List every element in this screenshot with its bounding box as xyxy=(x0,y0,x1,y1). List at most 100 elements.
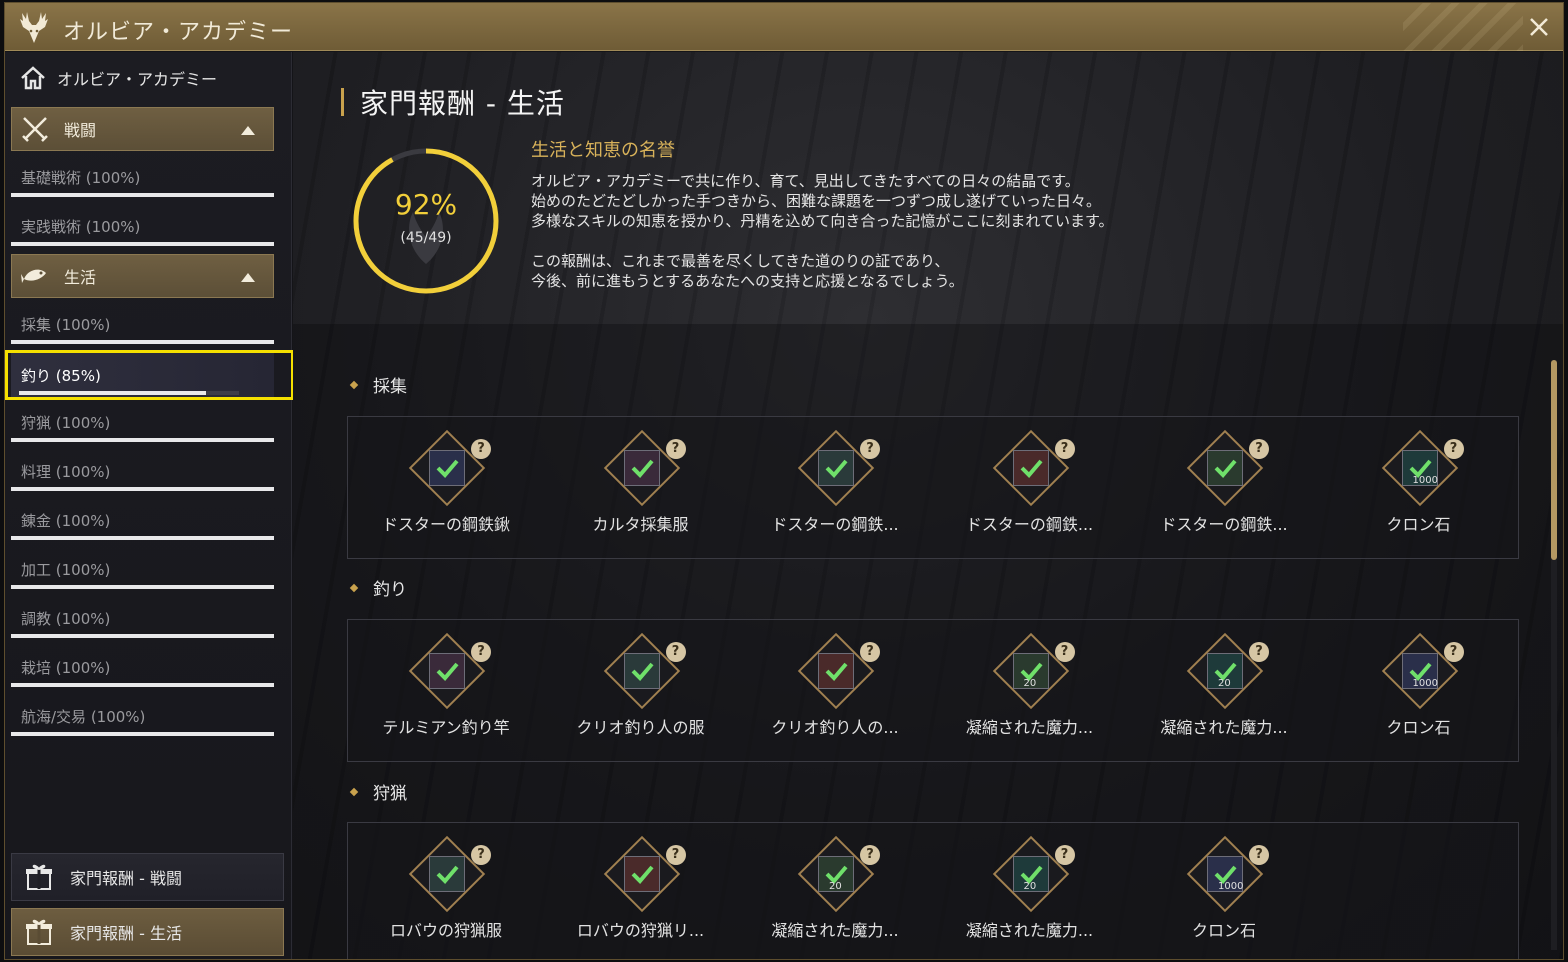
question-mark-icon[interactable]: ? xyxy=(471,642,491,662)
main-content: 家門報酬 - 生活 92% (45/49) 生活と知恵の名誉 オルビア・アカデミ… xyxy=(293,52,1563,959)
progress-percent: 92% xyxy=(394,188,458,221)
category-header-combat[interactable]: 戦闘 xyxy=(11,107,274,151)
item-quantity: 1000 xyxy=(1412,678,1438,689)
sidebar-item-label: 栽培 (100%) xyxy=(21,659,111,677)
question-mark-icon[interactable]: ? xyxy=(1054,439,1075,459)
question-mark-icon[interactable]: ? xyxy=(1249,439,1269,459)
category-header-life[interactable]: 生活 xyxy=(11,254,274,298)
reward-icon-frame: ? xyxy=(1186,429,1269,507)
reward-icon-frame: ? xyxy=(603,632,686,710)
reward-item[interactable]: 20? 凝縮された魔力... xyxy=(745,829,925,949)
reward-item[interactable]: ? ドスターの鋼鉄... xyxy=(1134,423,1314,543)
sidebar-item-farming[interactable]: 栽培 (100%) xyxy=(11,643,274,689)
scrollbar[interactable] xyxy=(1551,360,1557,950)
item-quantity: 1000 xyxy=(1412,475,1438,486)
question-mark-icon[interactable]: ? xyxy=(860,845,880,865)
sidebar-item-label: 釣り (85%) xyxy=(21,367,101,385)
reward-item[interactable]: 20? 凝縮された魔力... xyxy=(1134,626,1314,746)
question-mark-icon[interactable]: ? xyxy=(1249,642,1269,662)
reward-item[interactable]: ? カルタ採集服 xyxy=(551,423,731,543)
reward-item[interactable]: 1000? クロン石 xyxy=(1134,829,1314,949)
reward-icon-frame: 20? xyxy=(992,632,1075,710)
gift-icon xyxy=(26,919,52,945)
reward-item[interactable]: ? クリオ釣り人の服 xyxy=(551,626,731,746)
item-quantity: 20 xyxy=(1023,881,1037,892)
sidebar-item-training[interactable]: 調教 (100%) xyxy=(11,594,274,640)
reward-item[interactable]: 1000? クロン石 xyxy=(1329,626,1509,746)
rewards-list[interactable]: 採集 ? ドスターの鋼鉄鍬? カルタ採集服? ドスターの鋼鉄...? ドスターの鋼鉄..… xyxy=(293,324,1563,959)
home-icon xyxy=(21,66,45,90)
reward-item[interactable]: ? クリオ釣り人の... xyxy=(745,626,925,746)
progress-bar xyxy=(11,536,274,540)
academy-window: オルビア・アカデミー オルビア・アカデミー 戦闘 基礎戦術 (100%) 実践戦… xyxy=(4,2,1564,960)
reward-name: クリオ釣り人の服 xyxy=(576,718,705,737)
crossed-swords-icon xyxy=(22,117,48,142)
sidebar-item-alchemy[interactable]: 錬金 (100%) xyxy=(11,496,274,542)
question-mark-icon[interactable]: ? xyxy=(665,642,686,662)
close-icon[interactable] xyxy=(1525,13,1553,41)
item-quantity: 20 xyxy=(829,881,842,892)
scrollbar-thumb[interactable] xyxy=(1551,360,1557,560)
sidebar-item-label: 実践戦術 (100%) xyxy=(21,218,141,236)
sidebar-item-basic-tactics[interactable]: 基礎戦術 (100%) xyxy=(11,153,274,199)
question-mark-icon[interactable]: ? xyxy=(1443,642,1464,662)
reward-item[interactable]: 1000? クロン石 xyxy=(1329,423,1509,543)
progress-ring xyxy=(353,148,499,294)
button-label: 家門報酬 - 戦闘 xyxy=(70,869,182,888)
title-bar: オルビア・アカデミー xyxy=(5,3,1563,51)
reward-icon-frame: 20? xyxy=(797,835,880,913)
question-mark-icon[interactable]: ? xyxy=(1443,439,1464,459)
sidebar-item-label: 採集 (100%) xyxy=(21,316,111,334)
sidebar-item-label: 航海/交易 (100%) xyxy=(21,708,146,726)
reward-panel-gathering: ? ドスターの鋼鉄鍬? カルタ採集服? ドスターの鋼鉄...? ドスターの鋼鉄...? ド… xyxy=(347,416,1519,559)
reward-icon-frame: ? xyxy=(408,429,491,507)
question-mark-icon[interactable]: ? xyxy=(665,845,686,865)
page-title: 家門報酬 - 生活 xyxy=(360,87,565,120)
sidebar-item-fishing[interactable]: 釣り (85%) xyxy=(11,351,274,397)
reward-name: クロン石 xyxy=(1386,718,1451,737)
sidebar-item-gathering[interactable]: 採集 (100%) xyxy=(11,300,274,346)
question-mark-icon[interactable]: ? xyxy=(1054,845,1075,865)
sidebar-item-practical-tactics[interactable]: 実践戦術 (100%) xyxy=(11,202,274,248)
sidebar-item-sailing-trade[interactable]: 航海/交易 (100%) xyxy=(11,692,274,738)
progress-count: (45/49) xyxy=(400,230,452,246)
sidebar-item-processing[interactable]: 加工 (100%) xyxy=(11,545,274,591)
family-reward-life-button[interactable]: 家門報酬 - 生活 xyxy=(11,908,284,956)
reward-item[interactable]: ? ドスターの鋼鉄鍬 xyxy=(356,423,536,543)
reward-icon-frame: 1000? xyxy=(1381,429,1464,507)
reward-item[interactable]: ? ロバウの狩猟服 xyxy=(356,829,536,949)
reward-item[interactable]: ? ロバウの狩猟リ... xyxy=(551,829,731,949)
question-mark-icon[interactable]: ? xyxy=(860,439,880,459)
sidebar-item-hunting[interactable]: 狩猟 (100%) xyxy=(11,398,274,444)
question-mark-icon[interactable]: ? xyxy=(1249,845,1269,865)
reward-subtitle: 生活と知恵の名誉 xyxy=(531,140,675,161)
progress-bar xyxy=(11,340,274,344)
reward-name: ロバウの狩猟服 xyxy=(389,921,502,940)
caret-up-icon xyxy=(241,273,255,282)
question-mark-icon[interactable]: ? xyxy=(471,845,491,865)
reward-icon-frame: ? xyxy=(603,835,686,913)
question-mark-icon[interactable]: ? xyxy=(860,642,880,662)
question-mark-icon[interactable]: ? xyxy=(1054,642,1075,662)
category-label: 戦闘 xyxy=(64,121,97,140)
reward-icon-frame: 1000? xyxy=(1381,632,1464,710)
reward-icon-frame: ? xyxy=(408,835,491,913)
reward-item[interactable]: 20? 凝縮された魔力... xyxy=(940,829,1120,949)
reward-name: テルミアン釣り竿 xyxy=(382,718,510,737)
question-mark-icon[interactable]: ? xyxy=(665,439,686,459)
reward-item[interactable]: ? テルミアン釣り竿 xyxy=(356,626,536,746)
reward-item[interactable]: 20? 凝縮された魔力... xyxy=(940,626,1120,746)
reward-icon-frame: ? xyxy=(797,429,880,507)
sidebar-home-link[interactable]: オルビア・アカデミー xyxy=(19,64,217,92)
family-reward-combat-button[interactable]: 家門報酬 - 戦闘 xyxy=(11,853,284,901)
reward-item[interactable]: ? ドスターの鋼鉄... xyxy=(745,423,925,543)
item-quantity: 20 xyxy=(1218,678,1231,689)
sidebar-item-cooking[interactable]: 料理 (100%) xyxy=(11,447,274,493)
sidebar-item-label: 基礎戦術 (100%) xyxy=(21,169,141,187)
question-mark-icon[interactable]: ? xyxy=(471,439,491,459)
reward-name: クロン石 xyxy=(1191,921,1256,940)
item-quantity: 1000 xyxy=(1218,881,1244,892)
sidebar-item-label: 料理 (100%) xyxy=(21,463,111,481)
bullet-icon xyxy=(349,583,359,592)
reward-item[interactable]: ? ドスターの鋼鉄... xyxy=(940,423,1120,543)
